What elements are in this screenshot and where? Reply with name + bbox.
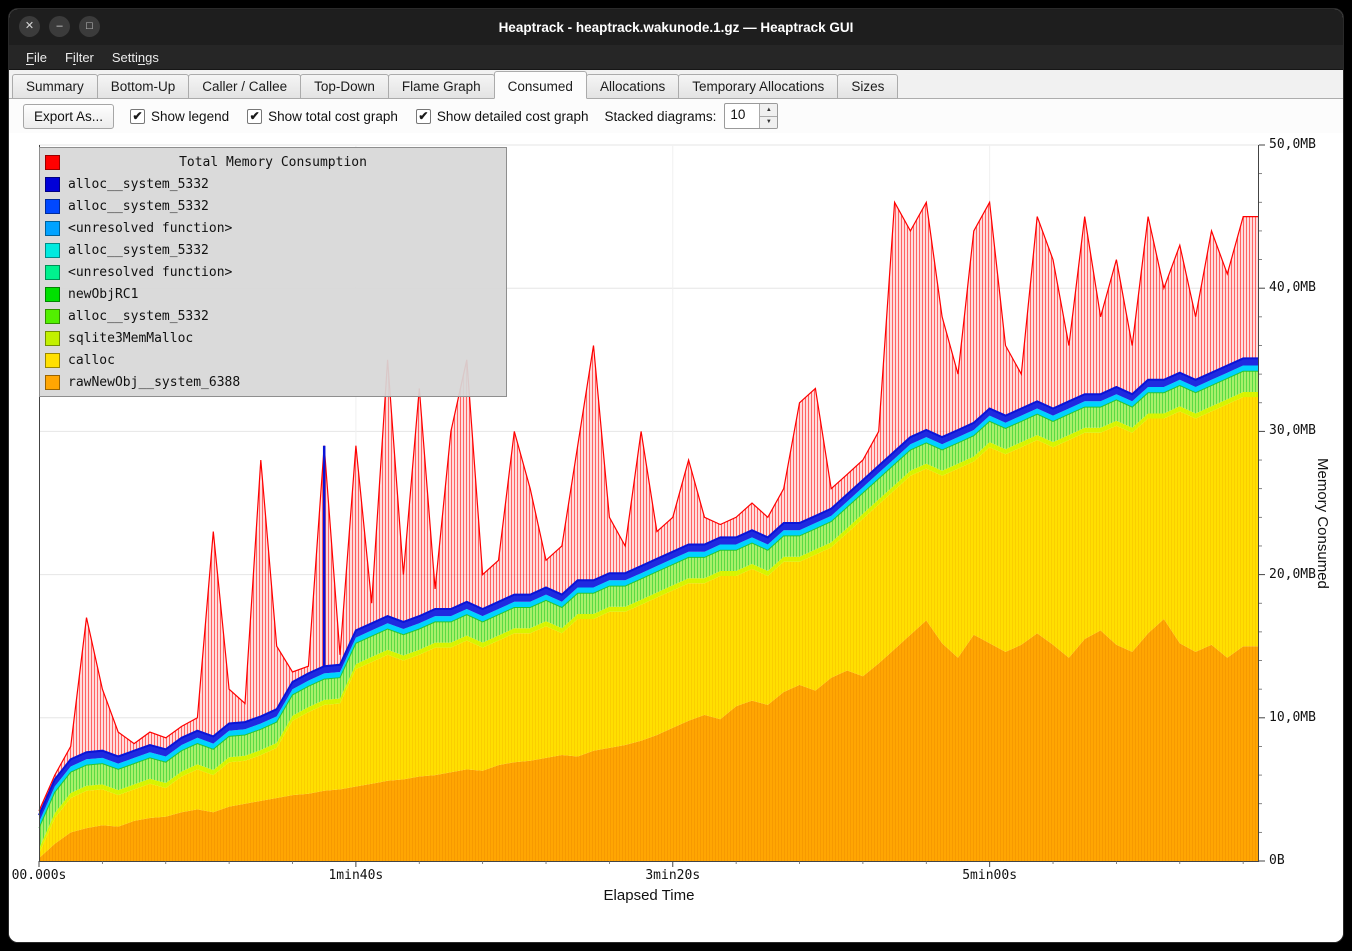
checkbox-label: Show detailed cost graph xyxy=(437,109,589,124)
maximize-button[interactable]: □ xyxy=(79,16,100,37)
y-tick-label: 50,0MB xyxy=(1269,137,1316,152)
legend-swatch xyxy=(45,309,60,324)
legend-swatch xyxy=(45,221,60,236)
tab-temporary-allocations[interactable]: Temporary Allocations xyxy=(678,74,838,99)
chart-area: Total Memory Consumption alloc__system_53… xyxy=(9,133,1343,943)
y-tick-label: 30,0MB xyxy=(1269,423,1316,438)
menubar: FileFilterSettings xyxy=(9,45,1343,70)
tab-bottom-up[interactable]: Bottom-Up xyxy=(97,74,190,99)
y-tick-label: 20,0MB xyxy=(1269,567,1316,582)
toolbar: Export As... ✔ Show legend ✔ Show total cos… xyxy=(9,99,1343,133)
legend-swatch xyxy=(45,177,60,192)
legend-entry: <unresolved function> xyxy=(45,261,501,283)
tabbar: SummaryBottom-UpCaller / CalleeTop-DownF… xyxy=(9,70,1343,99)
legend-entry: alloc__system_5332 xyxy=(45,195,501,217)
x-tick-label: 1min40s xyxy=(311,868,401,883)
y-tick-label: 10,0MB xyxy=(1269,710,1316,725)
spin-up-icon[interactable]: ▲ xyxy=(760,104,777,117)
stacked-diagrams-value: 10 xyxy=(725,104,759,128)
legend-entry-label: <unresolved function> xyxy=(68,221,232,236)
checkbox-icon: ✔ xyxy=(130,109,145,124)
legend-entry-label: alloc__system_5332 xyxy=(68,243,209,258)
legend-entry-label: calloc xyxy=(68,353,115,368)
spinner-buttons: ▲ ▼ xyxy=(759,104,777,128)
spin-down-icon[interactable]: ▼ xyxy=(760,117,777,129)
chart-legend: Total Memory Consumption alloc__system_53… xyxy=(39,147,507,397)
legend-title-row: Total Memory Consumption xyxy=(45,151,501,173)
legend-swatch xyxy=(45,265,60,280)
stacked-diagrams-spinner[interactable]: 10 ▲ ▼ xyxy=(724,103,778,129)
legend-entry: alloc__system_5332 xyxy=(45,239,501,261)
legend-swatch xyxy=(45,353,60,368)
y-tick-label: 0B xyxy=(1269,853,1285,868)
legend-swatch xyxy=(45,243,60,258)
checkbox-icon: ✔ xyxy=(247,109,262,124)
legend-entry-label: alloc__system_5332 xyxy=(68,309,209,324)
legend-entry-label: sqlite3MemMalloc xyxy=(68,331,193,346)
x-tick-label: 00.000s xyxy=(8,868,84,883)
close-button[interactable]: ✕ xyxy=(19,16,40,37)
legend-entry: sqlite3MemMalloc xyxy=(45,327,501,349)
legend-entry-label: newObjRC1 xyxy=(68,287,138,302)
legend-swatch xyxy=(45,331,60,346)
legend-entry-label: alloc__system_5332 xyxy=(68,177,209,192)
y-tick-label: 40,0MB xyxy=(1269,280,1316,295)
tab-caller-callee[interactable]: Caller / Callee xyxy=(188,74,301,99)
x-tick-label: 5min00s xyxy=(945,868,1035,883)
app-window: ✕–□ Heaptrack - heaptrack.wakunode.1.gz … xyxy=(8,8,1344,943)
menu-filter[interactable]: Filter xyxy=(56,47,103,68)
legend-entry: <unresolved function> xyxy=(45,217,501,239)
tab-allocations[interactable]: Allocations xyxy=(586,74,679,99)
x-tick-label: 3min20s xyxy=(628,868,718,883)
legend-entry: calloc xyxy=(45,349,501,371)
stacked-diagrams-label: Stacked diagrams: xyxy=(605,109,717,124)
minimize-button[interactable]: – xyxy=(49,16,70,37)
legend-swatch xyxy=(45,287,60,302)
export-as-button[interactable]: Export As... xyxy=(23,104,114,129)
titlebar: ✕–□ Heaptrack - heaptrack.wakunode.1.gz … xyxy=(9,9,1343,45)
y-axis-title: Memory Consumed xyxy=(1314,313,1331,733)
legend-entry-label: rawNewObj__system_6388 xyxy=(68,375,240,390)
window-title: Heaptrack - heaptrack.wakunode.1.gz — He… xyxy=(499,20,854,35)
menu-settings[interactable]: Settings xyxy=(103,47,168,68)
checkbox-show-total-cost-graph[interactable]: ✔ Show total cost graph xyxy=(247,109,398,124)
legend-entry-label: <unresolved function> xyxy=(68,265,232,280)
tab-flame-graph[interactable]: Flame Graph xyxy=(388,74,495,99)
legend-entry: alloc__system_5332 xyxy=(45,305,501,327)
menu-file[interactable]: File xyxy=(17,47,56,68)
checkbox-label: Show total cost graph xyxy=(268,109,398,124)
tab-summary[interactable]: Summary xyxy=(12,74,98,99)
checkbox-show-detailed-cost-graph[interactable]: ✔ Show detailed cost graph xyxy=(416,109,589,124)
legend-swatch xyxy=(45,199,60,214)
checkbox-icon: ✔ xyxy=(416,109,431,124)
legend-swatch xyxy=(45,375,60,390)
legend-entry: alloc__system_5332 xyxy=(45,173,501,195)
checkbox-label: Show legend xyxy=(151,109,229,124)
checkbox-row: ✔ Show legend ✔ Show total cost graph ✔ Show … xyxy=(130,109,589,124)
x-axis-title: Elapsed Time xyxy=(39,887,1259,904)
legend-title: Total Memory Consumption xyxy=(68,155,501,170)
legend-swatch-total xyxy=(45,155,60,170)
tab-consumed[interactable]: Consumed xyxy=(494,71,587,99)
tab-sizes[interactable]: Sizes xyxy=(837,74,898,99)
legend-entry: rawNewObj__system_6388 xyxy=(45,371,501,393)
titlebar-buttons: ✕–□ xyxy=(19,16,100,37)
legend-entry-label: alloc__system_5332 xyxy=(68,199,209,214)
tab-top-down[interactable]: Top-Down xyxy=(300,74,389,99)
legend-entry: newObjRC1 xyxy=(45,283,501,305)
checkbox-show-legend[interactable]: ✔ Show legend xyxy=(130,109,229,124)
